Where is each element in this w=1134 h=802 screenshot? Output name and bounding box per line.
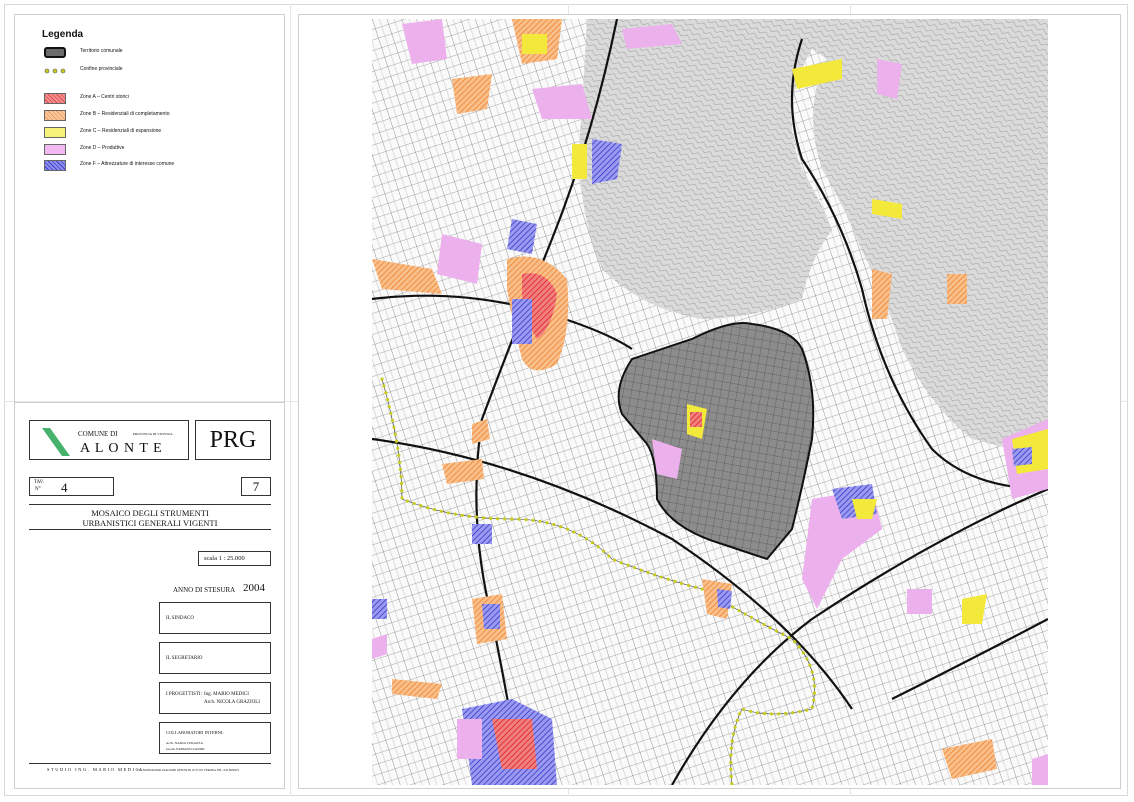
- progettisti-box: I PROGETTISTI: Ing. MARIO MEDICI Arch. N…: [159, 682, 271, 714]
- legend-item-zone-b: Zone B – Residenziali di completamento: [44, 110, 284, 122]
- studio-address: VIA MONSIGNOR GIACOMO GENTILIN 10 37132 …: [137, 768, 240, 772]
- base-map: [372, 19, 1048, 785]
- zone-c-swatch: [44, 127, 66, 138]
- comune-name: A L O N T E: [80, 441, 163, 456]
- plan-title: PRG: [209, 427, 257, 453]
- tav-label: TAV.: [34, 480, 44, 485]
- legend-label: Zone B – Residenziali di completamento: [80, 111, 170, 117]
- legend-item-zone-c: Zone C – Residenziali di espansione: [44, 127, 284, 139]
- progettista-2: Arch. NICOLA GRAZIOLI: [204, 700, 260, 705]
- tav-number-label: N°: [35, 487, 41, 492]
- scale-box: scala 1 : 25.000: [198, 551, 271, 566]
- progettisti-label: I PROGETTISTI:: [166, 692, 202, 697]
- legend-item-zone-f: Zone F – Attrezzature di interesse comun…: [44, 160, 284, 172]
- fold-line: [290, 4, 291, 796]
- segretario-label: IL SEGRETARIO: [166, 656, 203, 661]
- tav-box: TAV. N° 4: [29, 477, 114, 496]
- legend-item-zone-d: Zone D – Produttive: [44, 144, 284, 156]
- collaboratori-label: COLLABORATORI INTERNI:: [166, 730, 224, 735]
- rule: [29, 504, 271, 505]
- legend-label: Zone F – Attrezzature di interesse comun…: [80, 161, 175, 167]
- subject-line-2: URBANISTICI GENERALI VIGENTI: [82, 518, 218, 528]
- legend-item-territory: Territorio comunale: [44, 47, 284, 59]
- sindaco-label: IL SINDACO: [166, 616, 195, 621]
- map-area[interactable]: [372, 19, 1048, 785]
- legend-label: Territorio comunale: [80, 48, 123, 54]
- side-panel: Legenda Territorio comunale Confine prov…: [14, 14, 285, 789]
- comune-logo-box: COMUNE DI PROVINCIA DI VICENZA A L O N T…: [29, 420, 189, 460]
- rule: [29, 763, 271, 764]
- segretario-box: IL SEGRETARIO: [159, 642, 271, 674]
- sindaco-box: IL SINDACO: [159, 602, 271, 634]
- zone-b-swatch: [44, 110, 66, 121]
- progettista-1: Ing. MARIO MEDICI: [204, 692, 249, 697]
- rule: [29, 529, 271, 530]
- legend-panel: Legenda Territorio comunale Confine prov…: [15, 15, 284, 403]
- year-label: ANNO DI STESURA: [173, 586, 236, 594]
- sheet-number-box: 7: [241, 477, 271, 496]
- tav-number: 4: [61, 480, 68, 495]
- zone-d-swatch: [44, 144, 66, 155]
- legend-label: Confine provinciale: [80, 66, 123, 72]
- legend-title: Legenda: [42, 29, 84, 40]
- legend-item-province: Confine provinciale: [44, 66, 284, 78]
- province-border-dots: [44, 68, 66, 74]
- collaboratore-2: Geom. FABIANO ZANINI: [166, 747, 205, 751]
- collaboratore-1: Arch. NADIA TURAZZA: [166, 741, 203, 745]
- studio-name: STUDIO ING. MARIO MEDICI: [47, 767, 143, 772]
- comune-logo: [42, 428, 70, 456]
- provincia-label: PROVINCIA DI VICENZA: [133, 432, 173, 436]
- zone-a-swatch: [44, 93, 66, 104]
- comune-di-label: COMUNE DI: [78, 430, 118, 438]
- subject-line-1: MOSAICO DEGLI STRUMENTI: [91, 508, 209, 518]
- year-value: 2004: [243, 582, 265, 594]
- territory-swatch: [44, 47, 66, 58]
- sheet-number: 7: [252, 479, 260, 494]
- legend-label: Zone A – Centri storici: [80, 94, 129, 100]
- legend-item-zone-a: Zone A – Centri storici: [44, 93, 284, 105]
- scale-label: scala 1 : 25.000: [204, 555, 245, 562]
- legend-label: Zone C – Residenziali di espansione: [80, 128, 162, 134]
- zone-f-swatch: [44, 160, 66, 171]
- legend-label: Zone D – Produttive: [80, 145, 125, 151]
- plan-box: PRG: [195, 420, 271, 460]
- collaboratori-box: COLLABORATORI INTERNI: Arch. NADIA TURAZ…: [159, 722, 271, 754]
